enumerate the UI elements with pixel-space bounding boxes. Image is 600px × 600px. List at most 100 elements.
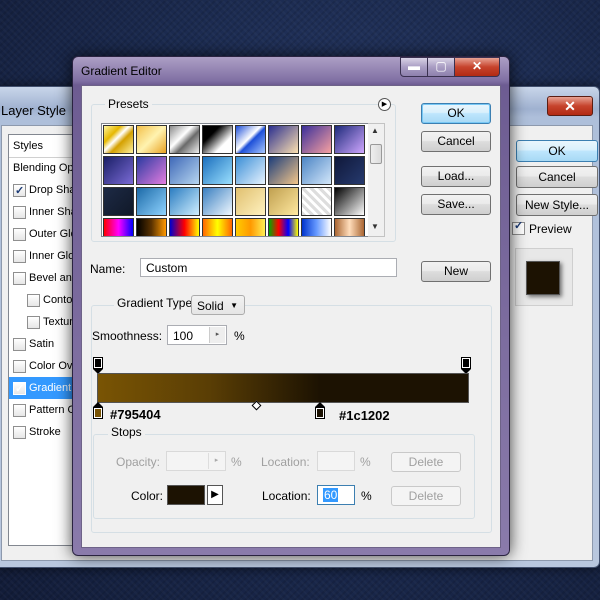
- preset-swatch[interactable]: [103, 187, 134, 216]
- preset-swatch[interactable]: [169, 218, 200, 236]
- style-checkbox[interactable]: [13, 338, 26, 351]
- preset-swatch[interactable]: [334, 156, 365, 185]
- style-item[interactable]: Contour: [9, 289, 79, 311]
- ok-button[interactable]: OK: [421, 103, 491, 124]
- opacity-input[interactable]: ▸: [166, 451, 226, 471]
- preset-swatch[interactable]: [103, 125, 134, 154]
- opacity-location-input[interactable]: [317, 451, 355, 471]
- preset-swatch[interactable]: [301, 125, 332, 154]
- preset-swatch[interactable]: [268, 187, 299, 216]
- style-item[interactable]: Stroke: [9, 421, 79, 443]
- preset-swatch[interactable]: [334, 125, 365, 154]
- close-button[interactable]: ✕: [454, 57, 500, 77]
- style-item-label: Blending Options: Default: [13, 162, 79, 174]
- style-item[interactable]: Bevel and Emboss: [9, 267, 79, 289]
- opacity-stop-left[interactable]: [93, 357, 103, 374]
- delete-color-stop-button[interactable]: Delete: [391, 486, 461, 506]
- stop-color-swatch[interactable]: [167, 485, 205, 505]
- color-location-input[interactable]: 60: [317, 485, 355, 505]
- style-checkbox[interactable]: [13, 180, 26, 201]
- load-button[interactable]: Load...: [421, 166, 491, 187]
- scroll-down-icon[interactable]: ▼: [371, 222, 379, 231]
- close-icon: ✕: [471, 59, 483, 73]
- layer-style-ok-button[interactable]: OK: [516, 140, 598, 162]
- style-checkbox[interactable]: [13, 228, 26, 241]
- styles-header[interactable]: Styles: [9, 135, 79, 158]
- style-item[interactable]: Inner Shadow: [9, 201, 79, 223]
- preset-swatch[interactable]: [202, 125, 233, 154]
- preset-swatch[interactable]: [235, 156, 266, 185]
- style-checkbox[interactable]: [13, 206, 26, 219]
- cancel-button[interactable]: Cancel: [421, 131, 491, 152]
- style-checkbox[interactable]: [13, 404, 26, 417]
- preset-swatch[interactable]: [169, 187, 200, 216]
- style-item[interactable]: Inner Glow: [9, 245, 79, 267]
- preset-swatch[interactable]: [136, 125, 167, 154]
- preset-swatch[interactable]: [202, 218, 233, 236]
- layer-style-cancel-button[interactable]: Cancel: [516, 166, 598, 188]
- smoothness-value: 100: [173, 329, 194, 343]
- preset-swatch[interactable]: [268, 156, 299, 185]
- preview-toggle[interactable]: Preview: [512, 219, 572, 236]
- smoothness-spin-icon[interactable]: ▸: [209, 327, 225, 343]
- style-checkbox[interactable]: [13, 272, 26, 285]
- opacity-spin-icon[interactable]: ▸: [208, 453, 224, 469]
- preset-swatch[interactable]: [103, 218, 134, 236]
- preset-swatch[interactable]: [202, 187, 233, 216]
- color-menu-button[interactable]: ▶: [207, 485, 223, 505]
- save-button[interactable]: Save...: [421, 194, 491, 215]
- color-label: Color:: [131, 489, 164, 503]
- style-item[interactable]: Texture: [9, 311, 79, 333]
- style-checkbox[interactable]: [13, 360, 26, 373]
- opacity-stop-right[interactable]: [461, 357, 471, 374]
- presets-menu-icon[interactable]: ▶: [378, 98, 391, 111]
- presets-scrollbar[interactable]: ▲ ▼: [368, 123, 385, 237]
- preset-swatch[interactable]: [268, 125, 299, 154]
- style-checkbox[interactable]: [27, 316, 40, 329]
- preset-swatch[interactable]: [169, 125, 200, 154]
- style-item[interactable]: Gradient Overlay: [9, 377, 79, 399]
- gradient-preview-bar[interactable]: [97, 373, 469, 403]
- layer-style-close-button[interactable]: ✕: [547, 96, 593, 116]
- new-style-button[interactable]: New Style...: [516, 194, 598, 216]
- preset-swatch[interactable]: [334, 218, 365, 236]
- maximize-button[interactable]: ▢: [427, 57, 455, 77]
- new-button[interactable]: New: [421, 261, 491, 282]
- style-item[interactable]: Pattern Overlay: [9, 399, 79, 421]
- preset-swatch[interactable]: [301, 218, 332, 236]
- style-item[interactable]: Color Overlay: [9, 355, 79, 377]
- style-item[interactable]: Satin: [9, 333, 79, 355]
- preset-swatch[interactable]: [334, 187, 365, 216]
- style-item[interactable]: Outer Glow: [9, 223, 79, 245]
- color-stop-right[interactable]: [315, 402, 325, 419]
- preset-swatch[interactable]: [136, 187, 167, 216]
- style-checkbox[interactable]: [27, 294, 40, 307]
- delete-opacity-stop-button[interactable]: Delete: [391, 452, 461, 472]
- preset-swatch[interactable]: [235, 187, 266, 216]
- preset-swatch[interactable]: [169, 156, 200, 185]
- preset-swatch[interactable]: [202, 156, 233, 185]
- gradient-type-select[interactable]: Solid ▼: [191, 295, 245, 315]
- preset-swatch[interactable]: [235, 218, 266, 236]
- smoothness-input[interactable]: 100 ▸: [167, 325, 227, 345]
- minimize-icon: ▬: [408, 59, 420, 73]
- smoothness-label: Smoothness:: [92, 329, 163, 343]
- preview-checkbox[interactable]: [512, 219, 525, 235]
- name-input[interactable]: [140, 258, 397, 277]
- color-stop-left[interactable]: [93, 402, 103, 419]
- scroll-up-icon[interactable]: ▲: [371, 126, 379, 135]
- preset-swatch[interactable]: [268, 218, 299, 236]
- style-checkbox[interactable]: [13, 250, 26, 263]
- preset-swatch[interactable]: [136, 156, 167, 185]
- style-checkbox[interactable]: [13, 426, 26, 439]
- style-checkbox[interactable]: [13, 378, 26, 399]
- preset-swatch[interactable]: [301, 156, 332, 185]
- minimize-button[interactable]: ▬: [400, 57, 428, 77]
- preset-swatch[interactable]: [235, 125, 266, 154]
- preset-swatch[interactable]: [301, 187, 332, 216]
- preset-swatch[interactable]: [103, 156, 134, 185]
- style-item[interactable]: Blending Options: Default: [9, 157, 79, 179]
- scroll-thumb[interactable]: [370, 144, 382, 164]
- preset-swatch[interactable]: [136, 218, 167, 236]
- style-item[interactable]: Drop Shadow: [9, 179, 79, 201]
